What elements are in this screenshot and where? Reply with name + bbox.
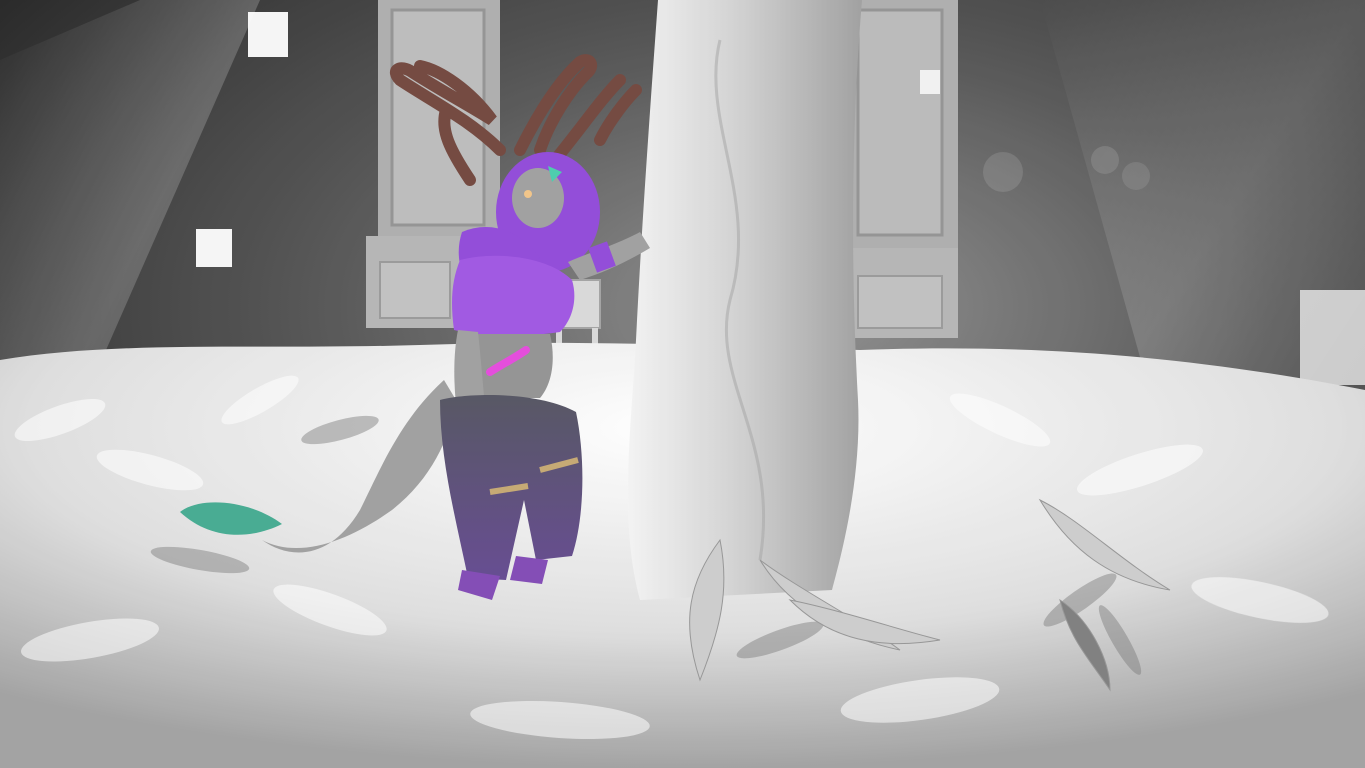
bloom-haze xyxy=(0,0,1365,768)
game-viewport xyxy=(0,0,1365,768)
scene-render xyxy=(0,0,1365,768)
